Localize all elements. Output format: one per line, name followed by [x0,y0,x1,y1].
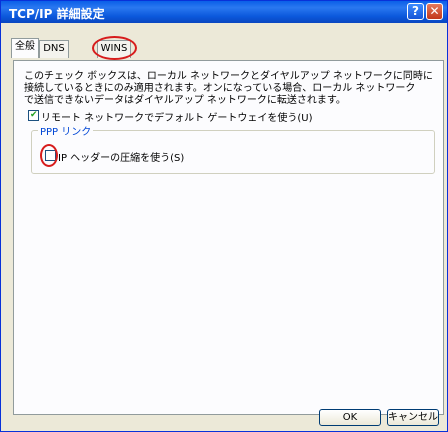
dialog-title: TCP/IP 詳細設定 [9,7,105,21]
ip-header-compression-label[interactable]: IP ヘッダーの圧縮を使う(S) [58,149,184,164]
check-mark-icon: ✔ [30,110,38,120]
cancel-button[interactable]: キャンセル [387,409,439,426]
dialog-body: 全般 DNS WINS このチェック ボックスは、ローカル ネットワークとダイヤ… [4,23,444,430]
help-button[interactable]: ? [407,3,424,20]
tab-general[interactable]: 全般 [11,38,39,58]
description-line: このチェック ボックスは、ローカル ネットワークとダイヤルアップ ネットワークに… [24,71,433,82]
description-line: 接続しているときにのみ適用されます。オンになっている場合、ローカル ネットワーク [24,83,416,94]
title-bar[interactable]: TCP/IP 詳細設定 ? ✕ [1,1,447,23]
ppp-link-group-title: PPP リンク [38,123,94,138]
description-text: このチェック ボックスは、ローカル ネットワークとダイヤルアップ ネットワークに… [24,71,433,107]
ip-header-compression-checkbox[interactable] [45,150,56,161]
default-gateway-checkbox[interactable]: ✔ [28,110,39,121]
description-line: で送信できないデータはダイヤルアップ ネットワークに転送されます。 [24,95,346,106]
close-button[interactable]: ✕ [426,3,443,20]
tab-wins[interactable]: WINS [97,40,131,58]
tab-dns[interactable]: DNS [39,40,69,58]
ok-button[interactable]: OK [319,409,381,426]
default-gateway-label[interactable]: リモート ネットワークでデフォルト ゲートウェイを使う(U) [41,109,312,124]
tcpip-advanced-dialog: TCP/IP 詳細設定 ? ✕ 全般 DNS WINS このチェック ボックスは… [0,0,448,432]
